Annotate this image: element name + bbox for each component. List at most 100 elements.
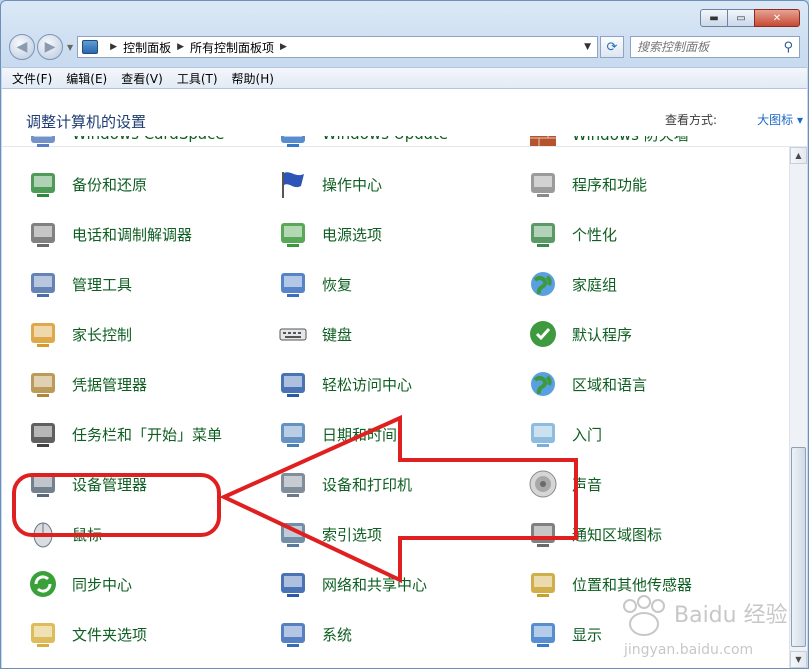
- scroll-down-button[interactable]: ▼: [790, 651, 807, 668]
- folder-options-icon: [26, 617, 60, 651]
- breadcrumb-separator-icon[interactable]: ▶: [110, 42, 117, 52]
- minimize-button[interactable]: ▬: [700, 9, 728, 27]
- mouse-icon: [26, 517, 60, 551]
- admin-tools-icon: [26, 267, 60, 301]
- control-panel-item[interactable]: 显示: [502, 614, 742, 654]
- control-panel-item[interactable]: 家长控制: [2, 314, 242, 354]
- getting-started-icon: [526, 417, 560, 451]
- system-icon: [276, 617, 310, 651]
- control-panel-item-label: 恢复: [322, 275, 353, 294]
- control-panel-item[interactable]: 键盘: [252, 314, 492, 354]
- breadcrumb-control-panel[interactable]: 控制面板: [123, 39, 171, 56]
- address-bar[interactable]: ▶ 控制面板 ▶ 所有控制面板项 ▶ ▼: [77, 36, 598, 58]
- control-panel-item-label: 区域和语言: [572, 375, 648, 394]
- menu-file[interactable]: 文件(F): [12, 70, 52, 87]
- control-panel-item[interactable]: 同步中心: [2, 564, 242, 604]
- control-panel-item[interactable]: 程序和功能: [502, 164, 742, 204]
- breadcrumb-separator-icon[interactable]: ▶: [177, 42, 184, 52]
- menu-tools[interactable]: 工具(T): [177, 70, 218, 87]
- control-panel-item[interactable]: 任务栏和「开始」菜单: [2, 414, 242, 454]
- scroll-thumb[interactable]: [791, 447, 806, 647]
- personalization-icon: [526, 217, 560, 251]
- refresh-icon: ⟳: [606, 39, 618, 55]
- breadcrumb-all-items[interactable]: 所有控制面板项: [190, 39, 274, 56]
- control-panel-item[interactable]: 设备和打印机: [252, 464, 492, 504]
- caption-buttons: ▬ ▭ ✕: [700, 9, 800, 27]
- control-panel-item-label: 通知区域图标: [572, 525, 663, 544]
- control-panel-item-label: 凭据管理器: [72, 375, 148, 394]
- control-panel-item-label: Windows CardSpace: [72, 136, 225, 143]
- control-panel-item-label: 位置和其他传感器: [572, 575, 693, 594]
- control-panel-item[interactable]: 索引选项: [252, 514, 492, 554]
- control-panel-item[interactable]: 区域和语言: [502, 364, 742, 404]
- control-panel-item[interactable]: Windows CardSpace: [2, 136, 242, 154]
- control-panel-item[interactable]: 设备管理器: [2, 464, 242, 504]
- scroll-up-button[interactable]: ▲: [790, 147, 807, 164]
- windows-update-icon: [276, 136, 310, 151]
- control-panel-item-label: 声音: [572, 475, 603, 494]
- menu-bar: 文件(F) 编辑(E) 查看(V) 工具(T) 帮助(H): [2, 67, 807, 89]
- control-panel-icon: [82, 40, 99, 54]
- control-panel-item[interactable]: 默认程序: [502, 314, 742, 354]
- control-panel-item-label: 索引选项: [322, 525, 383, 544]
- control-panel-item[interactable]: 备份和还原: [2, 164, 242, 204]
- control-panel-item-label: 操作中心: [322, 175, 383, 194]
- view-by-dropdown[interactable]: 大图标 ▾: [757, 111, 803, 128]
- display-icon: [526, 617, 560, 651]
- page-title: 调整计算机的设置: [26, 113, 147, 131]
- control-panel-item[interactable]: 管理工具: [2, 264, 242, 304]
- control-panel-item[interactable]: 系统: [252, 614, 492, 654]
- control-panel-item-label: 网络和共享中心: [322, 575, 428, 594]
- breadcrumb-separator-icon[interactable]: ▶: [280, 42, 287, 52]
- control-panel-item[interactable]: 个性化: [502, 214, 742, 254]
- location-sensors-icon: [526, 567, 560, 601]
- control-panel-item[interactable]: 声音: [502, 464, 742, 504]
- search-input[interactable]: [637, 40, 784, 54]
- control-panel-item[interactable]: 凭据管理器: [2, 364, 242, 404]
- ease-of-access-icon: [276, 367, 310, 401]
- control-panel-item[interactable]: Windows 防火墙: [502, 136, 742, 154]
- control-panel-item-label: 键盘: [322, 325, 353, 344]
- control-panel-item-label: 任务栏和「开始」菜单: [72, 425, 223, 444]
- menu-help[interactable]: 帮助(H): [232, 70, 274, 87]
- control-panel-window: ▬ ▭ ✕ ◀ ▶ ▼ ▶ 控制面板 ▶ 所有控制面板项 ▶ ▼ ⟳ ⚲ 文件(…: [0, 0, 809, 669]
- control-panel-item-label: 设备管理器: [72, 475, 148, 494]
- refresh-button[interactable]: ⟳: [600, 36, 624, 58]
- control-panel-item-label: 备份和还原: [72, 175, 148, 194]
- control-panel-item[interactable]: Windows Update: [252, 136, 492, 154]
- address-dropdown-icon[interactable]: ▼: [578, 42, 597, 52]
- control-panel-item[interactable]: 日期和时间: [252, 414, 492, 454]
- navigation-bar: ◀ ▶ ▼ ▶ 控制面板 ▶ 所有控制面板项 ▶ ▼ ⟳ ⚲: [9, 33, 800, 61]
- close-button[interactable]: ✕: [754, 9, 800, 27]
- devices-printers-icon: [276, 467, 310, 501]
- search-box[interactable]: ⚲: [630, 36, 800, 58]
- control-panel-item[interactable]: 操作中心: [252, 164, 492, 204]
- control-panel-item-label: 文件夹选项: [72, 625, 148, 644]
- control-panel-item-label: 显示: [572, 625, 603, 644]
- control-panel-item[interactable]: 恢复: [252, 264, 492, 304]
- control-panel-item[interactable]: 电源选项: [252, 214, 492, 254]
- control-panel-item[interactable]: 轻松访问中心: [252, 364, 492, 404]
- control-panel-item[interactable]: 鼠标: [2, 514, 242, 554]
- control-panel-item[interactable]: 入门: [502, 414, 742, 454]
- control-panel-item[interactable]: 文件夹选项: [2, 614, 242, 654]
- menu-edit[interactable]: 编辑(E): [66, 70, 107, 87]
- recent-pages-dropdown[interactable]: ▼: [67, 43, 73, 52]
- control-panel-item[interactable]: 通知区域图标: [502, 514, 742, 554]
- control-panel-item[interactable]: 家庭组: [502, 264, 742, 304]
- notification-area-icon: [526, 517, 560, 551]
- indexing-options-icon: [276, 517, 310, 551]
- menu-view[interactable]: 查看(V): [121, 70, 163, 87]
- control-panel-item[interactable]: 电话和调制解调器: [2, 214, 242, 254]
- taskbar-start-menu-icon: [26, 417, 60, 451]
- control-panel-item[interactable]: 网络和共享中心: [252, 564, 492, 604]
- control-panel-item[interactable]: 位置和其他传感器: [502, 564, 742, 604]
- maximize-button[interactable]: ▭: [727, 9, 755, 27]
- vertical-scrollbar[interactable]: ▲ ▼: [789, 147, 807, 668]
- control-panel-item-label: 家长控制: [72, 325, 133, 344]
- forward-button[interactable]: ▶: [37, 34, 63, 60]
- control-panel-item-label: 同步中心: [72, 575, 133, 594]
- search-icon[interactable]: ⚲: [783, 40, 793, 55]
- back-button[interactable]: ◀: [9, 34, 35, 60]
- sound-speaker-icon: [526, 467, 560, 501]
